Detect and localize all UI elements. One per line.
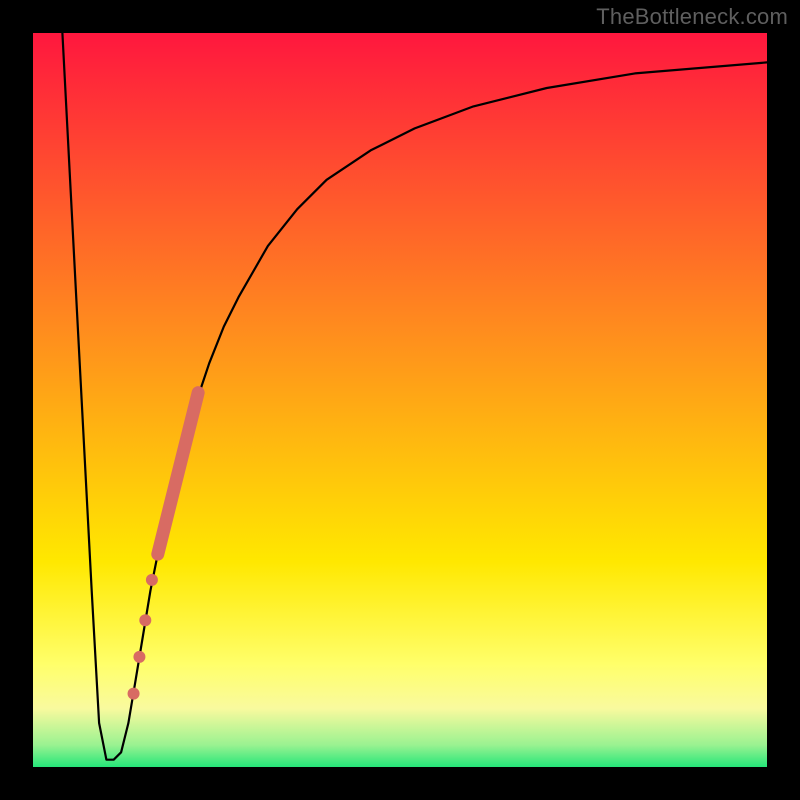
plot-area [33, 33, 767, 767]
marker-dot [133, 651, 145, 663]
chart-svg [33, 33, 767, 767]
marker-dot [139, 614, 151, 626]
marker-dot [146, 574, 158, 586]
watermark-text: TheBottleneck.com [596, 4, 788, 30]
chart-frame: TheBottleneck.com [0, 0, 800, 800]
marker-dot [128, 688, 140, 700]
